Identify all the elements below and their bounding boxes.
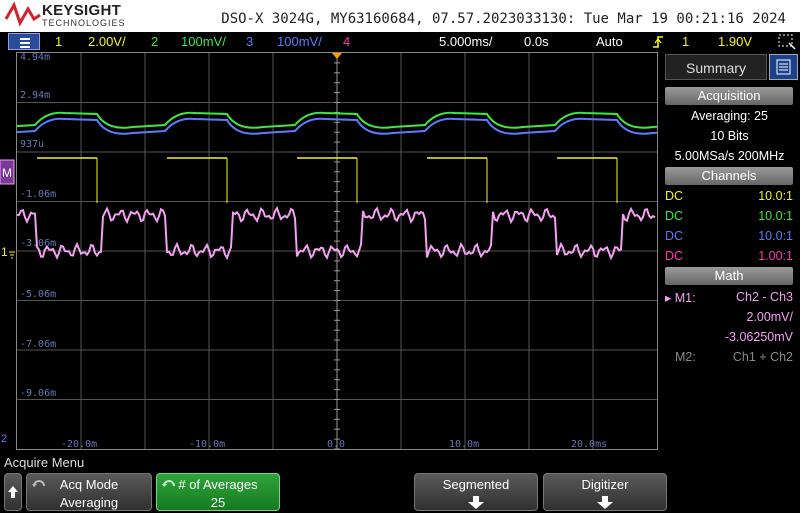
title-bar: KEYSIGHT TECHNOLOGIES DSO-X 3024G, MY631… — [0, 0, 800, 32]
m1-offset: -3.06250mV — [724, 330, 793, 344]
acquisition-heading[interactable]: Acquisition — [665, 87, 793, 105]
ch2-scale[interactable]: 100mV/ — [181, 34, 226, 49]
softkey-bar: Acq Mode Averaging # of Averages 25 Segm… — [0, 472, 800, 512]
y-axis-label: -9.06m — [20, 388, 56, 399]
trigger-edge-icon — [653, 36, 663, 48]
selected-arrow-icon: ▸ — [665, 291, 675, 305]
y-axis-label: -5.06m — [20, 289, 56, 300]
ch1-scale[interactable]: 2.00V/ — [88, 34, 126, 49]
m2-expression: Ch1 + Ch2 — [732, 350, 793, 364]
ch4-coupling: DC — [665, 249, 684, 263]
tab-summary[interactable]: Summary — [665, 54, 767, 80]
zoom-box-icon[interactable] — [777, 33, 797, 51]
waveform-canvas: 4.94m 2.94m 937u -1.06m -3.06m -5.06m -7.06m -9… — [17, 53, 657, 449]
sample-rate-value: 5.00MSa/s 200MHz — [674, 149, 785, 163]
brand-name: KEYSIGHT — [42, 2, 122, 19]
delay[interactable]: 0.0s — [524, 34, 549, 49]
x-axis-label: -20.0m — [61, 439, 97, 449]
averaging-value: Averaging: 25 — [691, 109, 768, 123]
y-axis-labels: 4.94m 2.94m 937u -1.06m -3.06m -5.06m -7.06m -9… — [20, 53, 56, 399]
digitizer-label: Digitizer — [581, 477, 629, 492]
menu-title: Acquire Menu — [4, 455, 85, 470]
m1-expression: Ch2 - Ch3 — [736, 290, 793, 304]
math-marker-text: M — [2, 166, 12, 180]
hamburger-icon[interactable] — [8, 33, 40, 50]
x-axis-labels: -20.0m -10.0m 0.0 10.0m 20.0ms — [61, 439, 607, 449]
x-axis-label: 20.0ms — [571, 439, 607, 449]
y-axis-label: 2.94m — [20, 90, 50, 101]
trigger-level[interactable]: 1.90V — [718, 34, 752, 49]
trigger-position-icon — [332, 53, 342, 59]
ch4-label[interactable]: 4 — [343, 34, 350, 49]
y-axis-label: 937u — [20, 139, 44, 150]
y-axis-label: -3.06m — [20, 238, 56, 249]
math-heading[interactable]: Math — [665, 267, 793, 285]
segmented-label: Segmented — [442, 477, 510, 492]
ch2-coupling: DC — [665, 209, 684, 223]
averages-softkey[interactable]: # of Averages 25 — [156, 473, 280, 511]
trigger-mode[interactable]: Auto — [596, 34, 623, 49]
math-marker-icon[interactable]: M — [0, 158, 16, 188]
instrument-info: DSO-X 3024G, MY63160684, 07.57.202303313… — [221, 11, 786, 27]
down-arrow-icon — [468, 496, 484, 509]
m1-scale: 2.00mV/ — [746, 310, 793, 324]
y-axis-label: -7.06m — [20, 339, 56, 350]
ch2-label[interactable]: 2 — [151, 34, 158, 49]
ch3-probe: 10.0:1 — [758, 229, 793, 243]
ch2-marker-text: 2 — [1, 433, 7, 445]
waveform-display[interactable]: 4.94m 2.94m 937u -1.06m -3.06m -5.06m -7.06m -9… — [16, 52, 658, 450]
y-axis-label: -1.06m — [20, 189, 56, 200]
ch1-marker-text: 1 — [1, 245, 8, 259]
acq-mode-softkey[interactable]: Acq Mode Averaging — [26, 473, 152, 511]
acq-mode-label: Acq Mode — [59, 477, 119, 492]
ch3-scale[interactable]: 100mV/ — [277, 34, 322, 49]
channel-status-bar: 1 2.00V/ 2 100mV/ 3 100mV/ 4 5.000ms/ 0.… — [0, 32, 800, 52]
averages-value: 25 — [210, 495, 226, 510]
ch3-label[interactable]: 3 — [246, 34, 253, 49]
ch1-label[interactable]: 1 — [55, 34, 62, 49]
m1-label: ▸ M1: — [665, 291, 696, 305]
segmented-softkey[interactable]: Segmented — [414, 473, 538, 511]
ch1-ground-marker-icon[interactable]: 1 — [0, 244, 16, 262]
ch4-probe: 1.00:1 — [758, 249, 793, 263]
averages-label: # of Averages — [178, 477, 258, 492]
ch1-coupling: DC — [665, 189, 684, 203]
trigger-source[interactable]: 1 — [682, 34, 689, 49]
acq-mode-value: Averaging — [59, 495, 119, 510]
panel-list-icon[interactable] — [769, 54, 798, 80]
m2-label: M2: — [675, 350, 696, 364]
timebase[interactable]: 5.000ms/ — [439, 34, 492, 49]
x-axis-label: -10.0m — [189, 439, 225, 449]
digitizer-softkey[interactable]: Digitizer — [543, 473, 667, 511]
down-arrow-icon — [597, 496, 613, 509]
brand-subtitle: TECHNOLOGIES — [42, 18, 126, 28]
up-arrow-icon — [8, 486, 18, 498]
back-button[interactable] — [4, 473, 22, 511]
ch2-probe: 10.0:1 — [758, 209, 793, 223]
math-trace — [17, 205, 656, 261]
x-axis-label: 10.0m — [449, 439, 479, 449]
ch1-probe: 10.0:1 — [758, 189, 793, 203]
channels-heading[interactable]: Channels — [665, 167, 793, 185]
y-axis-label: 4.94m — [20, 53, 50, 63]
ch2-marker-icon[interactable]: 2 — [0, 430, 14, 446]
x-axis-label: 0.0 — [327, 439, 345, 449]
summary-panel: Summary Acquisition Averaging: 25 10 Bit… — [659, 52, 800, 450]
ch3-coupling: DC — [665, 229, 684, 243]
bits-value: 10 Bits — [710, 129, 749, 143]
